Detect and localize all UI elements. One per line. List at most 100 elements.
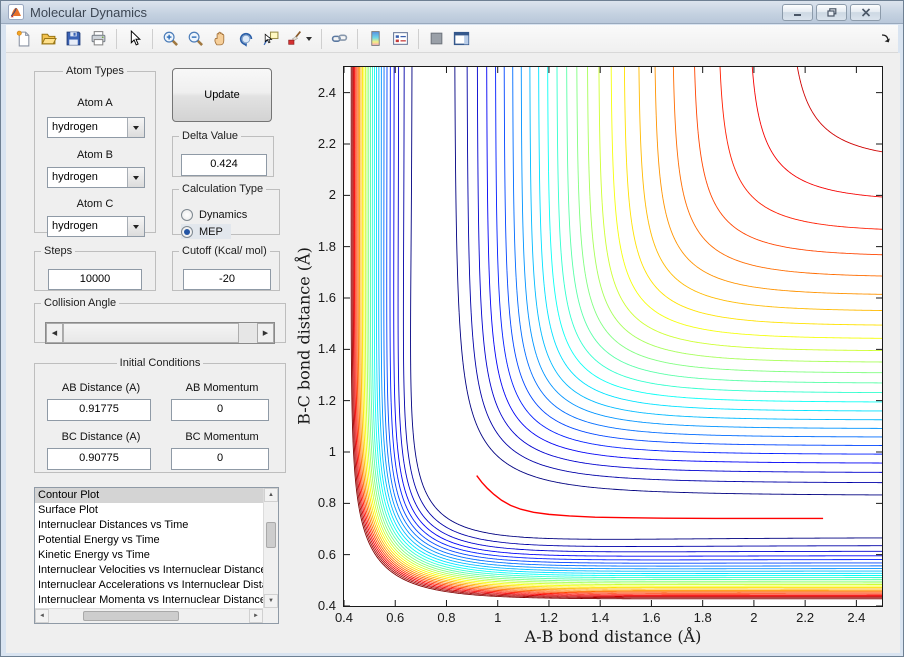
insert-colorbar-button[interactable] (363, 27, 387, 51)
delta-value-field[interactable]: 0.424 (181, 154, 267, 176)
matlab-app-icon (8, 4, 24, 20)
toolbar-separator (357, 28, 358, 49)
x-tick-label: 1.4 (591, 610, 610, 625)
steps-field[interactable]: 10000 (48, 269, 142, 290)
x-tick-label: 1.6 (642, 610, 661, 625)
ab-distance-field[interactable]: 0.91775 (47, 399, 151, 421)
list-item[interactable]: Potential Energy vs Time (35, 533, 263, 548)
print-button[interactable] (86, 27, 110, 51)
atom-b-dropdown[interactable]: hydrogen (47, 167, 145, 188)
atom-types-title: Atom Types (66, 65, 124, 77)
save-button[interactable] (61, 27, 85, 51)
chevron-down-icon[interactable] (127, 217, 144, 236)
toolbar-items (11, 27, 474, 51)
atom-c-dropdown[interactable]: hydrogen (47, 216, 145, 237)
bc-distance-label: BC Distance (A) (61, 431, 141, 443)
collision-angle-title: Collision Angle (44, 297, 117, 309)
list-item[interactable]: Internuclear Distances vs Time (35, 518, 263, 533)
show-plot-tools-button[interactable] (449, 27, 473, 51)
x-tick-label: 1 (494, 610, 502, 625)
radio-icon[interactable] (181, 208, 193, 221)
open-file-button[interactable] (36, 27, 60, 51)
dock-figure-arrow-icon[interactable] (880, 32, 892, 44)
cursor-button[interactable] (122, 27, 146, 51)
calculation-type-title: Calculation Type (182, 183, 264, 195)
chevron-down-icon[interactable] (127, 168, 144, 187)
app-window: Molecular Dynamics Atom Types Atom A hyd… (0, 0, 904, 657)
bc-distance-field[interactable]: 0.90775 (47, 448, 151, 470)
slider-left-arrow[interactable]: ◀ (46, 323, 63, 343)
list-item[interactable]: Contour Plot (35, 488, 263, 503)
atom-a-dropdown[interactable]: hydrogen (47, 117, 145, 138)
new-file-button[interactable] (11, 27, 35, 51)
steps-title: Steps (44, 245, 73, 257)
delta-value-title: Delta Value (182, 130, 239, 142)
contour-plot-axes (343, 66, 883, 607)
hide-plot-tools-button[interactable] (424, 27, 448, 51)
cutoff-field[interactable]: -20 (183, 269, 271, 290)
close-button[interactable] (850, 4, 881, 21)
zoom-out-icon (187, 30, 204, 47)
scroll-up-icon[interactable]: ▲ (264, 488, 278, 502)
dropdown-caret-icon[interactable] (306, 36, 312, 41)
vertical-scrollbar[interactable]: ▲ ▼ (263, 488, 278, 608)
open-file-icon (40, 30, 57, 47)
window-title: Molecular Dynamics (30, 4, 148, 20)
list-item[interactable]: Surface Plot (35, 503, 263, 518)
update-button[interactable]: Update (172, 68, 272, 122)
horizontal-scrollbar[interactable]: ◄ ► (35, 608, 263, 623)
data-cursor-icon (262, 30, 279, 47)
collision-angle-panel: Collision Angle ◀ ▶ (34, 297, 286, 344)
mep-radio[interactable]: MEP (181, 224, 231, 239)
ab-distance-label: AB Distance (A) (61, 382, 141, 394)
pan-button[interactable] (208, 27, 232, 51)
figure-toolbar (6, 25, 898, 53)
cutoff-panel: Cutoff (Kcal/ mol) -20 (172, 245, 280, 291)
insert-legend-button[interactable] (388, 27, 412, 51)
restore-button[interactable] (816, 4, 847, 21)
rotate-3d-button[interactable] (233, 27, 257, 51)
chevron-down-icon[interactable] (127, 118, 144, 137)
new-file-icon (15, 30, 32, 47)
x-axis-label: A-B bond distance (Å) (524, 627, 702, 646)
brush-button[interactable] (283, 27, 315, 51)
plot-type-listbox: Contour Plot Surface Plot Internuclear Dis… (34, 487, 279, 624)
hide-plot-tools-icon (428, 30, 445, 47)
brush-icon (286, 30, 303, 47)
print-icon (90, 30, 107, 47)
y-tick-label: 0.4 (317, 598, 336, 613)
list-item[interactable]: Internuclear Momenta vs Internuclear Dis… (35, 593, 263, 608)
figure-client-area: Atom Types Atom A hydrogen Atom B hydrog… (6, 53, 900, 653)
link-plots-button[interactable] (327, 27, 351, 51)
slider-right-arrow[interactable]: ▶ (257, 323, 274, 343)
scroll-right-icon[interactable]: ► (249, 609, 263, 623)
list-item[interactable]: Kinetic Energy vs Time (35, 548, 263, 563)
ab-momentum-field[interactable]: 0 (171, 399, 269, 421)
zoom-out-button[interactable] (183, 27, 207, 51)
list-item[interactable]: Internuclear Accelerations vs Internucle… (35, 578, 263, 593)
atom-c-label: Atom C (76, 198, 114, 210)
bc-momentum-field[interactable]: 0 (171, 448, 269, 470)
scroll-left-icon[interactable]: ◄ (35, 609, 49, 623)
x-tick-label: 1.2 (539, 610, 558, 625)
horizontal-scroll-thumb[interactable] (83, 611, 179, 621)
initial-conditions-panel: Initial Conditions AB Distance (A) AB Mo… (34, 357, 286, 473)
collision-angle-slider[interactable]: ◀ ▶ (45, 322, 275, 344)
minimize-button[interactable] (782, 4, 813, 21)
scroll-down-icon[interactable]: ▼ (264, 594, 278, 608)
data-cursor-button[interactable] (258, 27, 282, 51)
bc-momentum-label: BC Momentum (185, 431, 259, 443)
toolbar-separator (152, 28, 153, 49)
vertical-scroll-thumb[interactable] (266, 522, 276, 548)
zoom-in-button[interactable] (158, 27, 182, 51)
slider-thumb[interactable] (63, 323, 239, 343)
atom-types-panel: Atom Types Atom A hydrogen Atom B hydrog… (34, 65, 156, 237)
dynamics-radio[interactable]: Dynamics (181, 207, 247, 222)
radio-icon[interactable] (181, 225, 193, 238)
close-icon (861, 8, 870, 17)
contour-plot-canvas[interactable] (344, 67, 882, 606)
x-tick-label: 1.8 (693, 610, 712, 625)
show-plot-tools-icon (453, 30, 470, 47)
list-item[interactable]: Internuclear Velocities vs Internuclear … (35, 563, 263, 578)
x-tick-label: 0.8 (437, 610, 456, 625)
